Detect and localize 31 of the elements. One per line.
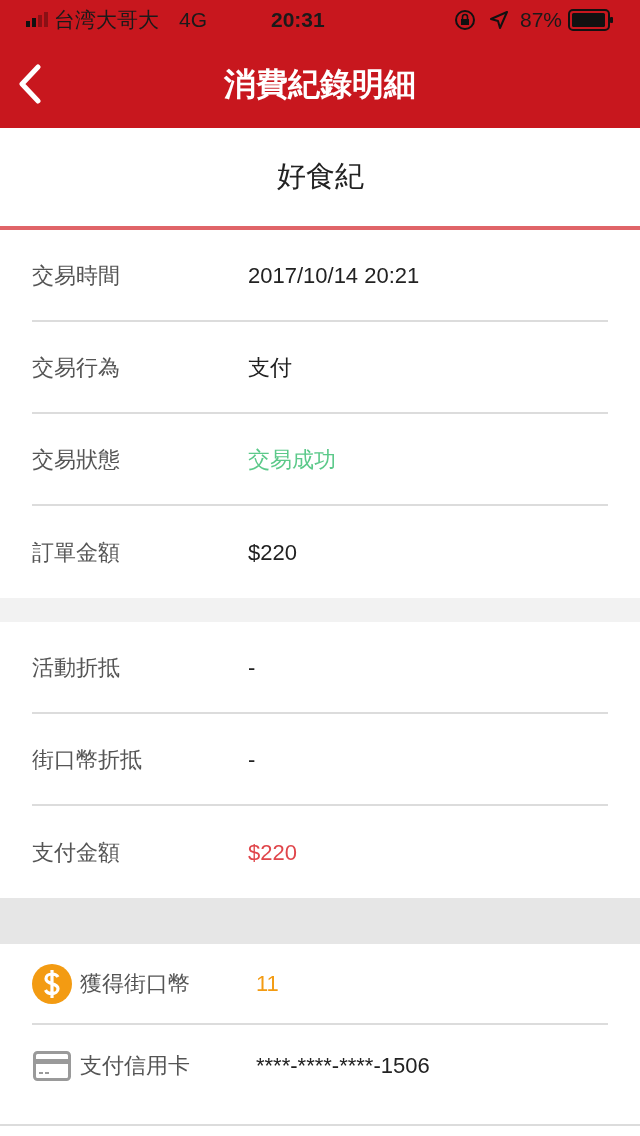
signal-icon — [26, 11, 48, 29]
field-label: 訂單金額 — [32, 538, 120, 567]
field-value: 2017/10/14 20:21 — [248, 261, 420, 290]
field-label: 交易狀態 — [32, 445, 120, 474]
field-value: $220 — [248, 538, 297, 567]
merchant-name: 好食紀 — [276, 159, 364, 195]
field-value: 11 — [256, 970, 279, 998]
field-label: 獲得街口幣 — [80, 970, 190, 998]
field-value: - — [248, 745, 256, 774]
field-value: 支付 — [248, 353, 292, 382]
back-chevron-icon — [18, 64, 42, 104]
field-label: 交易時間 — [32, 261, 120, 290]
field-label: 活動折抵 — [32, 653, 120, 682]
dollar-coin-icon — [32, 963, 72, 1004]
field-value: 交易成功 — [248, 445, 336, 474]
field-label: 交易行為 — [32, 353, 120, 382]
page-title: 消費紀錄明細 — [223, 65, 417, 104]
field-label: 街口幣折抵 — [32, 745, 142, 774]
field-label: 支付信用卡 — [80, 1052, 190, 1080]
credit-card-icon — [33, 1050, 71, 1081]
clock-time: 20:31 — [271, 7, 325, 34]
network-type: 4G — [179, 7, 207, 34]
battery-icon — [568, 9, 614, 31]
battery-percent: 87% — [519, 7, 562, 34]
location-arrow-icon — [489, 11, 508, 29]
field-value: $220 — [248, 838, 297, 867]
field-label: 支付金額 — [32, 838, 120, 867]
field-value: ****-****-****-1506 — [256, 1052, 430, 1080]
rotation-lock-icon — [453, 9, 476, 31]
field-value: - — [248, 653, 256, 682]
carrier-name: 台湾大哥大 — [54, 7, 159, 34]
